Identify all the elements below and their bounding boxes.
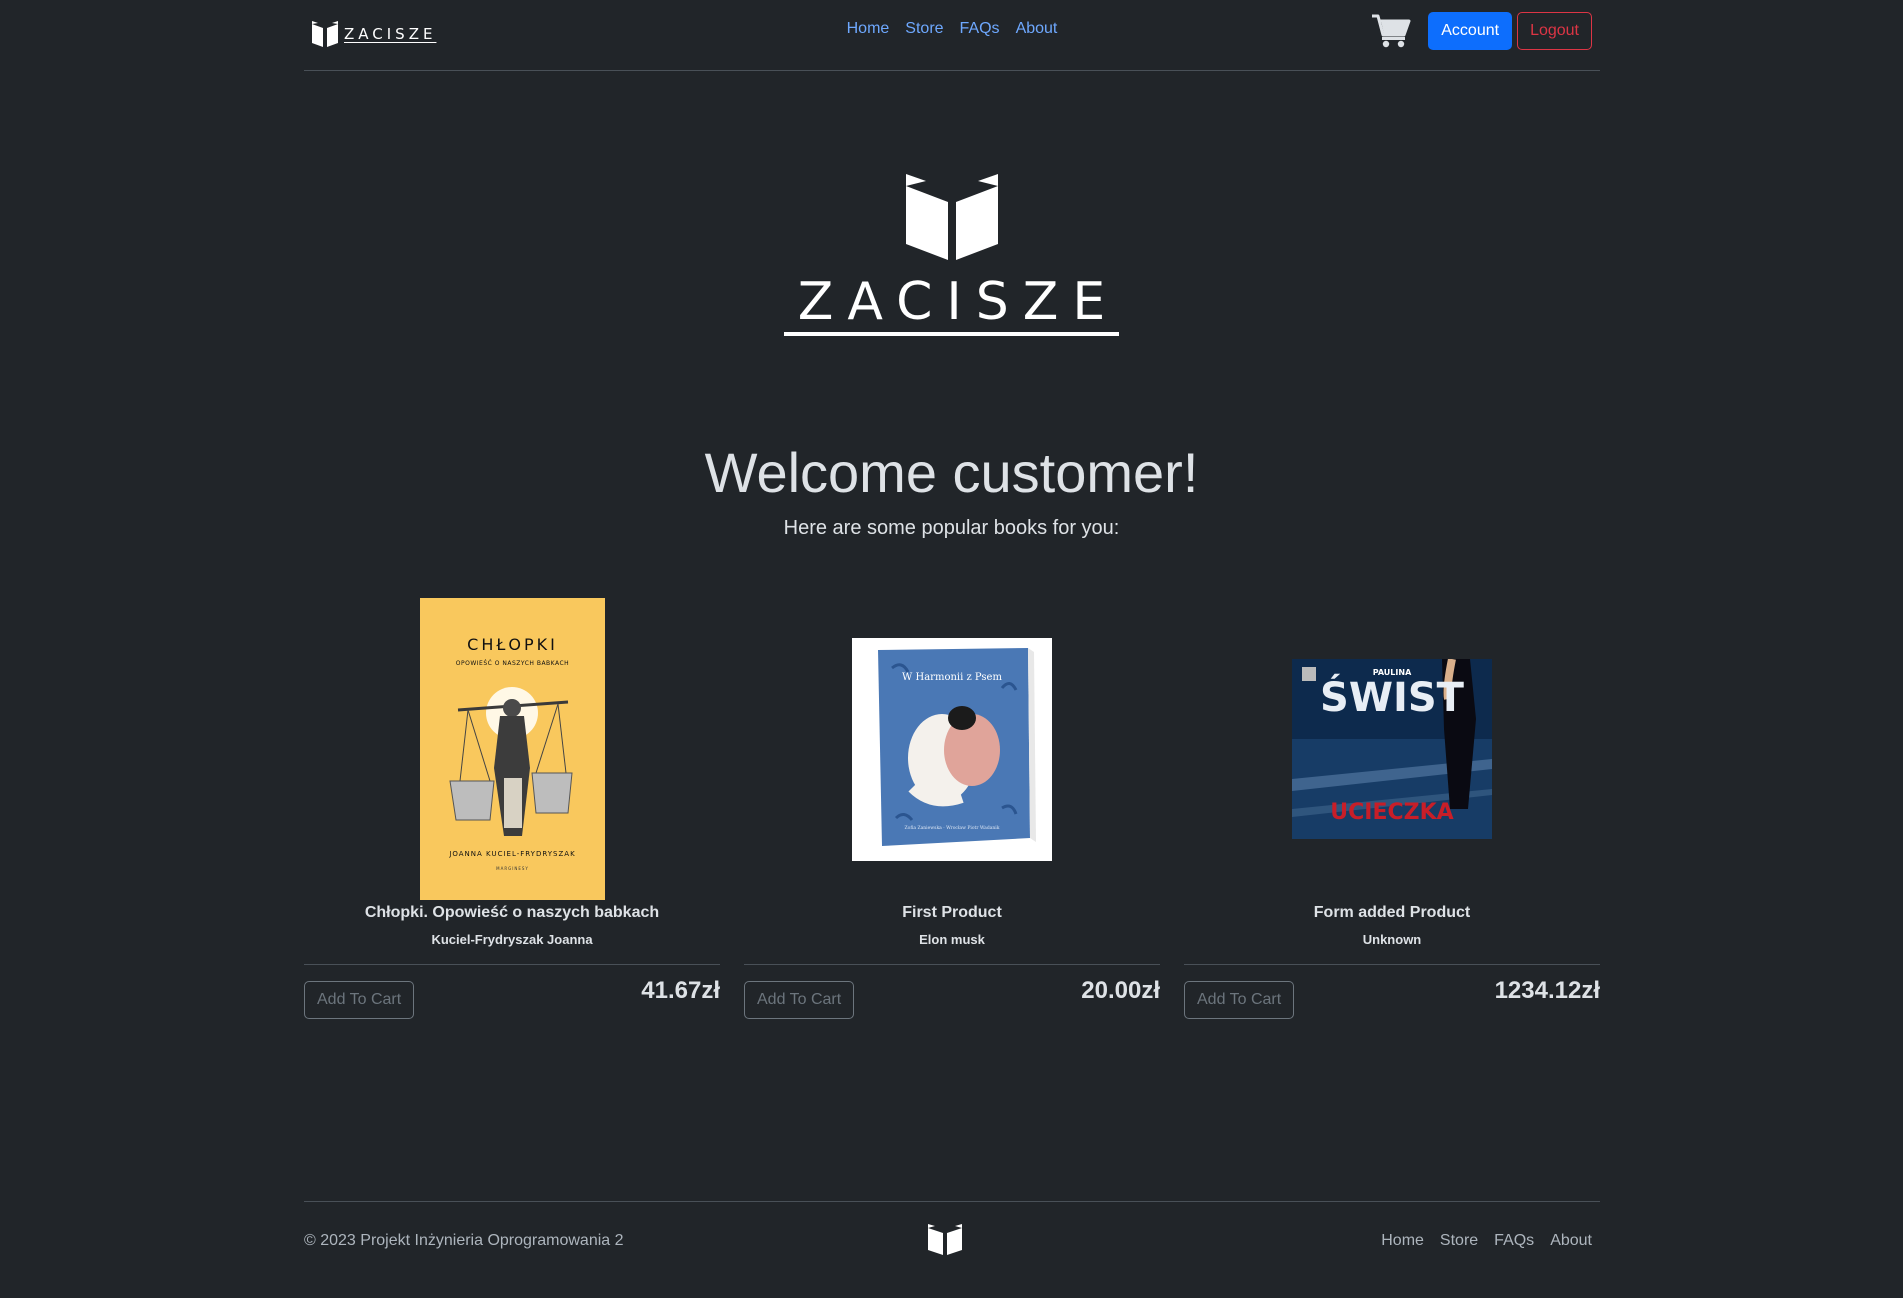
product-title[interactable]: Form added Product bbox=[1184, 904, 1600, 922]
card-divider bbox=[304, 964, 720, 965]
card-divider bbox=[744, 964, 1160, 965]
product-price: 41.67zł bbox=[641, 977, 720, 1004]
product-cover-image[interactable]: W Harmonii z Psem Zofia Zaniewska · Wroc… bbox=[852, 637, 1052, 861]
copyright-text: © 2023 Projekt Inżynieria Oprogramowania… bbox=[304, 1232, 624, 1249]
nav-home[interactable]: Home bbox=[847, 20, 890, 38]
welcome-heading: Welcome customer! bbox=[704, 441, 1199, 504]
product-author: Unknown bbox=[1362, 932, 1422, 947]
product-cover-wrap: CHŁOPKI OPOWIEŚĆ O NASZYCH BABKACH JOANN… bbox=[304, 598, 720, 900]
shopping-cart-icon[interactable] bbox=[1371, 13, 1411, 49]
nav-faqs[interactable]: FAQs bbox=[960, 20, 1000, 38]
product-price: 20.00zł bbox=[1081, 977, 1160, 1004]
add-to-cart-button[interactable]: Add To Cart bbox=[744, 981, 855, 1019]
footer-nav-home[interactable]: Home bbox=[1381, 1232, 1424, 1250]
footer-nav-about[interactable]: About bbox=[1550, 1232, 1592, 1250]
svg-text:OPOWIEŚĆ O NASZYCH BABKACH: OPOWIEŚĆ O NASZYCH BABKACH bbox=[455, 660, 568, 667]
footer-nav-store[interactable]: Store bbox=[1440, 1232, 1478, 1250]
header-actions: Account Logout bbox=[1371, 12, 1592, 50]
add-to-cart-button[interactable]: Add To Cart bbox=[1184, 981, 1295, 1019]
product-card: PAULINA ŚWIST UCIECZKA Form added Produc… bbox=[1184, 598, 1600, 1019]
site-footer: © 2023 Projekt Inżynieria Oprogramowania… bbox=[304, 1201, 1600, 1298]
product-list: CHŁOPKI OPOWIEŚĆ O NASZYCH BABKACH JOANN… bbox=[304, 598, 1600, 1019]
svg-text:W Harmonii z Psem: W Harmonii z Psem bbox=[902, 672, 1002, 683]
footer-nav-faqs[interactable]: FAQs bbox=[1494, 1232, 1534, 1250]
product-title[interactable]: First Product bbox=[744, 904, 1160, 922]
product-title[interactable]: Chłopki. Opowieść o naszych babkach bbox=[304, 904, 720, 922]
product-author: Kuciel-Frydryszak Joanna bbox=[431, 932, 593, 947]
product-price: 1234.12zł bbox=[1494, 977, 1600, 1004]
svg-text:CHŁOPKI: CHŁOPKI bbox=[467, 635, 558, 654]
hero-logo: ZACISZE bbox=[0, 168, 1903, 336]
card-divider bbox=[1184, 964, 1600, 965]
svg-text:Zofia Zaniewska · Wrocław Piot: Zofia Zaniewska · Wrocław Piotr Wadanik bbox=[905, 825, 1000, 831]
svg-text:JOANNA KUCIEL-FRYDRYSZAK: JOANNA KUCIEL-FRYDRYSZAK bbox=[448, 850, 575, 858]
product-card: W Harmonii z Psem Zofia Zaniewska · Wroc… bbox=[744, 598, 1160, 1019]
open-book-icon bbox=[905, 174, 998, 260]
card-footer: Add To Cart 41.67zł bbox=[304, 977, 720, 1019]
site-header: ZACISZE Home Store FAQs About Account Lo… bbox=[304, 0, 1600, 71]
add-to-cart-button[interactable]: Add To Cart bbox=[304, 981, 415, 1019]
hero-logo-text: ZACISZE bbox=[783, 272, 1120, 336]
nav-store[interactable]: Store bbox=[905, 20, 943, 38]
product-card: CHŁOPKI OPOWIEŚĆ O NASZYCH BABKACH JOANN… bbox=[304, 598, 720, 1019]
welcome-subtitle: Here are some popular books for you: bbox=[783, 517, 1120, 539]
svg-text:MARGINESY: MARGINESY bbox=[496, 866, 529, 871]
product-cover-wrap: PAULINA ŚWIST UCIECZKA bbox=[1184, 598, 1600, 900]
nav-about[interactable]: About bbox=[1016, 20, 1058, 38]
svg-text:UCIECZKA: UCIECZKA bbox=[1330, 800, 1453, 825]
product-cover-image[interactable]: CHŁOPKI OPOWIEŚĆ O NASZYCH BABKACH JOANN… bbox=[419, 598, 605, 900]
svg-text:ŚWIST: ŚWIST bbox=[1320, 673, 1465, 721]
logout-button[interactable]: Logout bbox=[1517, 12, 1592, 50]
card-footer: Add To Cart 1234.12zł bbox=[1184, 977, 1600, 1019]
product-cover-image[interactable]: PAULINA ŚWIST UCIECZKA bbox=[1292, 659, 1492, 839]
account-button[interactable]: Account bbox=[1428, 12, 1513, 50]
open-book-icon[interactable] bbox=[926, 1222, 964, 1256]
product-cover-wrap: W Harmonii z Psem Zofia Zaniewska · Wroc… bbox=[744, 598, 1160, 900]
card-footer: Add To Cart 20.00zł bbox=[744, 977, 1160, 1019]
product-author: Elon musk bbox=[919, 932, 985, 947]
footer-nav: Home Store FAQs About bbox=[1381, 1232, 1592, 1250]
